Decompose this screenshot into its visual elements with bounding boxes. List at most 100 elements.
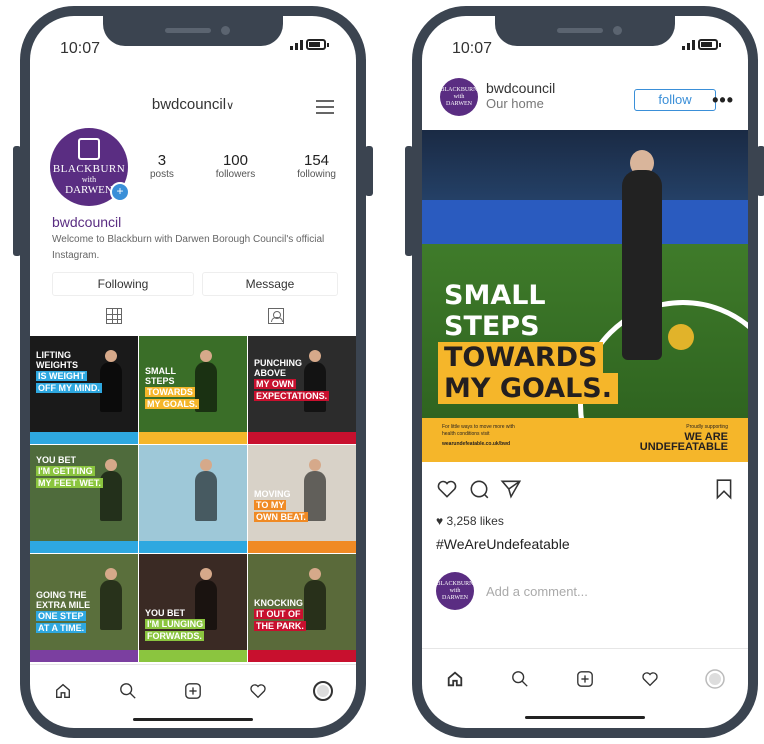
tile-footer-strip <box>248 541 356 553</box>
stat-posts[interactable]: 3 posts <box>150 152 174 180</box>
home-icon[interactable] <box>444 668 466 690</box>
hamburger-menu-icon[interactable] <box>316 96 334 118</box>
share-icon[interactable] <box>500 478 522 505</box>
headline-highlight: MY GOALS. <box>438 373 619 404</box>
stat-followers[interactable]: 100 followers <box>216 152 255 180</box>
tile-caption-line: YOU BET <box>36 455 77 465</box>
more-options-icon[interactable]: ••• <box>712 90 734 111</box>
grid-post-tile[interactable]: GOING THE EXTRA MILE ONE STEP AT A TIME. <box>30 554 138 662</box>
heart-icon[interactable] <box>639 668 661 690</box>
battery-icon <box>698 39 721 50</box>
bookmark-icon[interactable] <box>714 478 734 505</box>
search-icon[interactable] <box>509 668 531 690</box>
footer-text: For little ways to move more with health… <box>442 424 515 448</box>
tile-photo-figure <box>100 362 122 412</box>
profile-stats: 3 posts 100 followers 154 following <box>150 152 336 180</box>
profile-icon[interactable] <box>704 668 726 690</box>
notch <box>103 16 283 46</box>
grid-post-tile[interactable]: SMALL STEPS TOWARDS MY GOALS. <box>139 336 247 444</box>
tile-caption-line: LIFTING <box>36 350 71 360</box>
player-figure <box>622 170 662 360</box>
grid-post-tile[interactable]: PUNCHING ABOVE MY OWN EXPECTATIONS. <box>248 336 356 444</box>
tile-caption-line: MOVING <box>254 489 291 499</box>
tile-footer-strip <box>30 432 138 444</box>
brand-line: UNDEFEATABLE <box>639 441 728 453</box>
phone-post: 10:07 BLACKBURN with DARWEN bwdcouncil O… <box>405 6 764 738</box>
avatar-text: with <box>81 175 97 184</box>
avatar-text: DARWEN <box>65 184 113 196</box>
chevron-down-icon: ∨ <box>226 100 235 112</box>
footer-link: wearundefeatable.co.uk/bwd <box>442 441 511 447</box>
tile-footer-strip <box>248 650 356 662</box>
tile-photo-head <box>105 459 117 471</box>
crest-icon <box>78 138 100 160</box>
comment-icon[interactable] <box>468 478 490 505</box>
tile-caption: YOU BET I'M GETTING MY FEET WET. <box>36 455 103 489</box>
tile-caption-highlight: THE PARK. <box>254 621 306 631</box>
post-image[interactable]: SMALL STEPS TOWARDS MY GOALS. For little… <box>422 130 748 462</box>
post-hashtag[interactable]: #WeAreUndefeatable <box>436 536 570 552</box>
grid-post-tile[interactable]: YOU BET I'M GETTING MY FEET WET. <box>30 445 138 553</box>
tile-footer-strip <box>30 541 138 553</box>
status-icons <box>290 38 329 50</box>
post-username[interactable]: bwdcouncil <box>486 80 555 96</box>
post-location[interactable]: Our home <box>486 96 544 111</box>
tile-caption-highlight: OWN BEAT. <box>254 512 308 522</box>
header-username: bwdcouncil <box>151 96 227 113</box>
tile-caption: LIFTING WEIGHTS IS WEIGHT OFF MY MIND. <box>36 350 102 394</box>
profile-bio: Welcome to Blackburn with Darwen Borough… <box>52 234 325 261</box>
headline-line: SMALL <box>444 280 546 311</box>
tile-footer-strip <box>139 432 247 444</box>
grid-post-tile[interactable]: MOVING TO MY OWN BEAT. <box>248 445 356 553</box>
tile-caption-highlight: I'M LUNGING <box>145 619 206 629</box>
post-actions <box>436 478 734 502</box>
status-icons <box>682 38 721 50</box>
heart-icon[interactable] <box>247 680 269 702</box>
profile-avatar[interactable]: BLACKBURN with DARWEN + <box>50 128 130 206</box>
post-avatar[interactable]: BLACKBURN with DARWEN <box>440 78 478 116</box>
headline-highlight: TOWARDS <box>438 342 604 373</box>
likes-count[interactable]: ♥ 3,258 likes <box>436 514 504 528</box>
tile-caption-highlight: IT OUT OF <box>254 609 303 619</box>
message-button[interactable]: Message <box>202 272 338 296</box>
tile-footer-strip <box>139 541 247 553</box>
tile-photo-head <box>105 350 117 362</box>
tile-caption-line: STEPS <box>145 376 175 386</box>
tile-caption-line: ABOVE <box>254 368 287 378</box>
side-button <box>13 146 21 256</box>
search-icon[interactable] <box>117 680 139 702</box>
stat-value: 3 <box>157 152 167 169</box>
stat-label: following <box>297 169 336 180</box>
follow-button[interactable]: follow <box>634 89 716 111</box>
grid-post-tile[interactable]: KNOCKING IT OUT OF THE PARK. <box>248 554 356 662</box>
notch <box>495 16 675 46</box>
grid-post-tile[interactable] <box>139 445 247 553</box>
stat-label: posts <box>150 169 174 180</box>
tagged-view-icon[interactable] <box>268 308 284 324</box>
following-button[interactable]: Following <box>52 272 194 296</box>
profile-icon[interactable] <box>312 680 334 702</box>
tile-photo-head <box>200 568 212 580</box>
tile-caption: MOVING TO MY OWN BEAT. <box>254 489 308 523</box>
tile-footer-strip <box>248 432 356 444</box>
grid-view-icon[interactable] <box>106 308 122 324</box>
home-indicator <box>525 716 645 719</box>
profile-username-header[interactable]: bwdcouncil∨ <box>30 96 356 113</box>
add-story-icon[interactable]: + <box>110 182 130 202</box>
grid-post-tile[interactable]: LIFTING WEIGHTS IS WEIGHT OFF MY MIND. <box>30 336 138 444</box>
tile-caption: SMALL STEPS TOWARDS MY GOALS. <box>145 366 200 410</box>
add-icon[interactable] <box>182 680 204 702</box>
grid-post-tile[interactable]: YOU BET I'M LUNGING FORWARDS. <box>139 554 247 662</box>
tile-photo-head <box>309 459 321 471</box>
brand-logo: WE ARE UNDEFEATABLE <box>639 432 728 453</box>
post-image-footer: For little ways to move more with health… <box>422 418 748 462</box>
add-icon[interactable] <box>574 668 596 690</box>
tile-caption: YOU BET I'M LUNGING FORWARDS. <box>145 608 206 642</box>
tile-photo-figure <box>100 580 122 630</box>
like-icon[interactable] <box>436 478 458 505</box>
home-icon[interactable] <box>52 680 74 702</box>
comment-input[interactable]: Add a comment... <box>486 584 588 599</box>
tile-caption-highlight: MY FEET WET. <box>36 478 103 488</box>
stat-following[interactable]: 154 following <box>297 152 336 180</box>
tile-caption-highlight: MY OWN <box>254 379 296 389</box>
